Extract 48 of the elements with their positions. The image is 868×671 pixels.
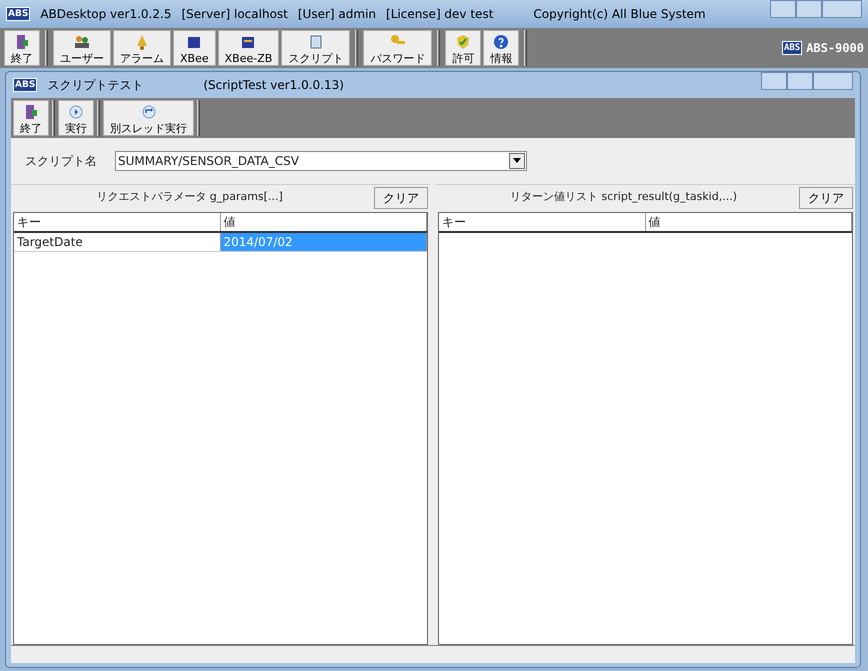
clear-button[interactable]: クリア — [374, 186, 428, 208]
toolbar-button[interactable]: アラーム — [113, 30, 171, 66]
field-label: スクリプト名 — [25, 153, 97, 170]
help-icon — [493, 34, 510, 50]
column-header[interactable]: 値 — [646, 213, 852, 231]
toolbar-button[interactable]: 許可 — [445, 30, 482, 66]
close-button[interactable] — [813, 72, 853, 90]
column-header[interactable]: 値 — [220, 213, 427, 231]
toolbar-button[interactable]: スクリプト — [281, 30, 350, 66]
window-version: (ScriptTest ver1.0.0.13) — [203, 77, 344, 94]
maximize-button[interactable] — [796, 0, 822, 18]
toolbar-button[interactable]: 終了 — [4, 30, 40, 66]
chip-icon — [186, 34, 202, 50]
panel-title: リクエストパラメータ g_params[...] — [95, 189, 284, 206]
window-title: [License] dev test — [386, 6, 494, 23]
shield-icon — [455, 34, 472, 50]
column-header[interactable]: キー — [439, 213, 646, 231]
brand-name: ABS-9000 — [806, 40, 864, 57]
play-icon — [68, 104, 84, 120]
clear-button[interactable]: クリア — [799, 186, 853, 208]
window-title: スクリプトテスト — [47, 77, 144, 94]
toolbar-button[interactable]: パスワード — [363, 30, 432, 66]
door-icon — [14, 34, 30, 50]
column-header[interactable]: キー — [14, 213, 220, 231]
toolbar-button[interactable]: XBee — [173, 30, 216, 66]
minimize-button[interactable] — [770, 0, 796, 18]
toolbar-button[interactable]: 情報 — [483, 30, 520, 66]
minimize-button[interactable] — [761, 72, 787, 90]
users-icon — [74, 34, 90, 50]
script-dropdown[interactable]: SUMMARY/SENSOR_DATA_CSV — [115, 151, 527, 171]
window-logo: ABS — [13, 78, 38, 92]
toolbar-button[interactable]: 別スレッド実行 — [103, 100, 194, 136]
maximize-button[interactable] — [787, 72, 813, 90]
toolbar-button[interactable]: 終了 — [13, 100, 49, 136]
window-title: [User] admin — [298, 6, 376, 23]
chip-icon — [240, 34, 256, 50]
panel-title: リターン値リスト script_result(g_taskid,...) — [508, 189, 738, 206]
toolbar-button[interactable]: XBee-ZB — [218, 30, 280, 66]
bell-icon — [134, 34, 150, 50]
toolbar-button[interactable]: ユーザー — [53, 30, 111, 66]
window-title: [Server] localhost — [181, 6, 288, 23]
copyright-text: Copyright(c) All Blue System — [533, 6, 706, 23]
brand-logo: ABS — [782, 41, 802, 55]
toolbar-button[interactable]: 実行 — [58, 100, 94, 136]
door-icon — [23, 104, 39, 120]
window-title: ABDesktop ver1.0.2.5 — [40, 6, 172, 23]
close-button[interactable] — [822, 0, 862, 18]
app-logo: ABS — [6, 7, 30, 21]
